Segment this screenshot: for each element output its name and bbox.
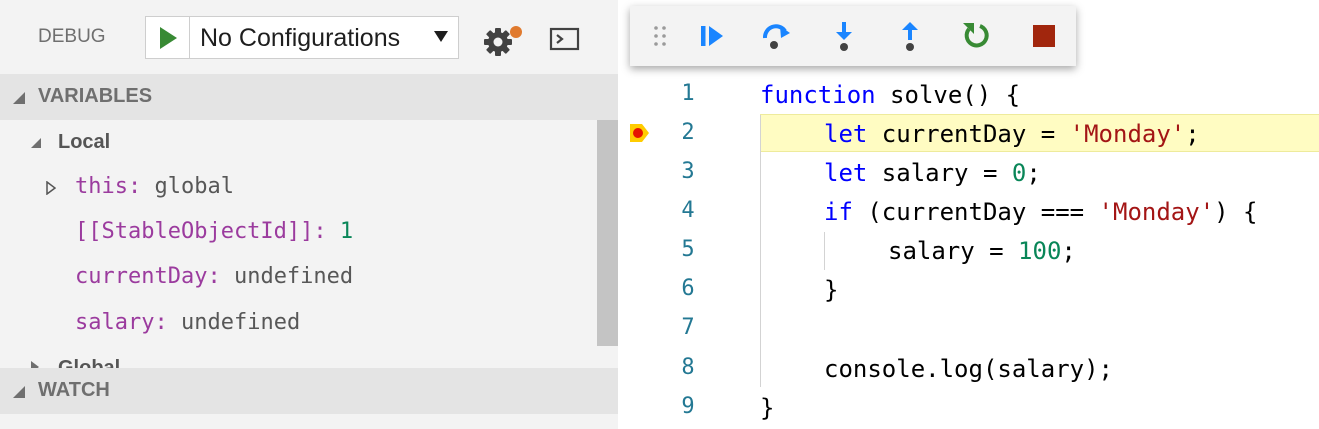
variable-name: this [75,174,128,199]
variable-value: 1 [339,219,354,244]
line-number: 7 [681,315,695,340]
variables-section-header[interactable]: VARIABLES [0,74,618,120]
configuration-label: No Configurations [200,24,401,52]
line-number: 8 [681,355,695,380]
code-line-2[interactable]: 2 let currentDay = 'Monday'; [618,115,1319,154]
code-text: } [824,276,839,304]
code-line-4[interactable]: 4 if (currentDay === 'Monday') { [618,193,1319,232]
variables-scrollbar[interactable] [597,120,618,346]
watch-section-header[interactable]: WATCH [0,368,618,414]
keyword-token: if [824,198,853,226]
variables-title: VARIABLES [38,85,153,107]
variable-value: global [154,174,234,199]
collapsed-arrow-icon [46,181,56,195]
variable-name: salary [75,310,155,335]
step-into-icon [836,22,852,51]
line-number: 5 [681,237,695,262]
variable-row-currentday[interactable]: currentDay: undefined [0,255,597,300]
variable-colon: : [127,174,155,199]
scope-global[interactable]: Global [0,346,597,368]
line-number: 3 [681,159,695,184]
keyword-token: let [824,120,868,148]
variable-name: currentDay [75,264,208,289]
step-into-button[interactable] [828,20,860,52]
debug-title: DEBUG [38,26,106,47]
code-line-1[interactable]: 1 function solve() { [618,76,1319,115]
start-debugging-button[interactable] [146,17,190,58]
keyword-token: let [824,159,868,187]
drag-handle-icon [654,26,666,46]
debug-console-button[interactable] [549,25,581,53]
debug-toolbar [630,6,1076,66]
line-number: 6 [681,276,695,301]
scope-local[interactable]: Local [0,120,597,165]
variable-name: [[StableObjectId]] [75,219,314,244]
toolbar-drag-handle[interactable] [646,20,674,52]
variable-row-this[interactable]: this: global [0,165,597,210]
code-line-9[interactable]: 9 } [618,389,1319,428]
debug-sidebar: DEBUG No Configurations VARIABLES Local … [0,0,618,429]
variables-tree: Local this: global [[StableObjectId]]: 1… [0,120,597,368]
variable-colon: : [154,310,181,335]
variable-value: undefined [233,264,354,289]
keyword-token: function [760,81,876,109]
configuration-picker: No Configurations [145,16,459,59]
variable-value: undefined [180,310,301,335]
code-line-5[interactable]: 5 salary = 100; [618,232,1319,271]
line-number: 1 [681,81,695,106]
scope-label: Global [58,357,121,368]
code-line-3[interactable]: 3 let salary = 0; [618,154,1319,193]
restart-icon [963,23,989,48]
dropdown-arrow-icon [434,31,448,42]
stop-icon [1033,25,1055,47]
string-token: 'Monday' [1098,198,1215,226]
code-line-8[interactable]: 8 console.log(salary); [618,350,1319,389]
step-out-icon [902,22,918,51]
terminal-icon [549,27,580,51]
code-line-7[interactable]: 7 [618,310,1319,349]
variable-row-salary[interactable]: salary: undefined [0,301,597,346]
continue-button[interactable] [696,20,728,52]
open-launch-json-button[interactable] [483,24,523,58]
code-line-6[interactable]: 6 } [618,271,1319,310]
stop-button[interactable] [1028,20,1060,52]
step-out-button[interactable] [894,20,926,52]
number-token: 0 [1011,159,1027,187]
collapse-arrow-icon [13,386,25,398]
debug-header: DEBUG No Configurations [0,0,618,74]
watch-title: WATCH [38,379,110,401]
variable-colon: : [207,264,234,289]
restart-button[interactable] [960,20,992,52]
collapsed-arrow-icon [31,361,39,368]
line-number: 4 [681,198,695,223]
continue-icon [701,26,723,46]
configuration-select[interactable]: No Configurations [190,17,458,58]
collapse-arrow-icon [13,92,25,104]
step-over-button[interactable] [760,20,792,52]
line-number: 9 [681,394,695,419]
variable-row-stableobjectid[interactable]: [[StableObjectId]]: 1 [0,210,597,255]
gear-icon [484,26,522,56]
line-number: 2 [681,120,695,145]
number-token: 100 [1018,237,1062,265]
step-over-icon [763,24,790,49]
scope-label: Local [58,131,111,153]
string-token: 'Monday' [1069,120,1186,148]
code-text: } [760,394,775,422]
code-text: console.log(salary); [824,355,1113,383]
play-icon [159,26,177,49]
variable-colon: : [313,219,340,244]
expanded-arrow-icon [31,138,41,148]
